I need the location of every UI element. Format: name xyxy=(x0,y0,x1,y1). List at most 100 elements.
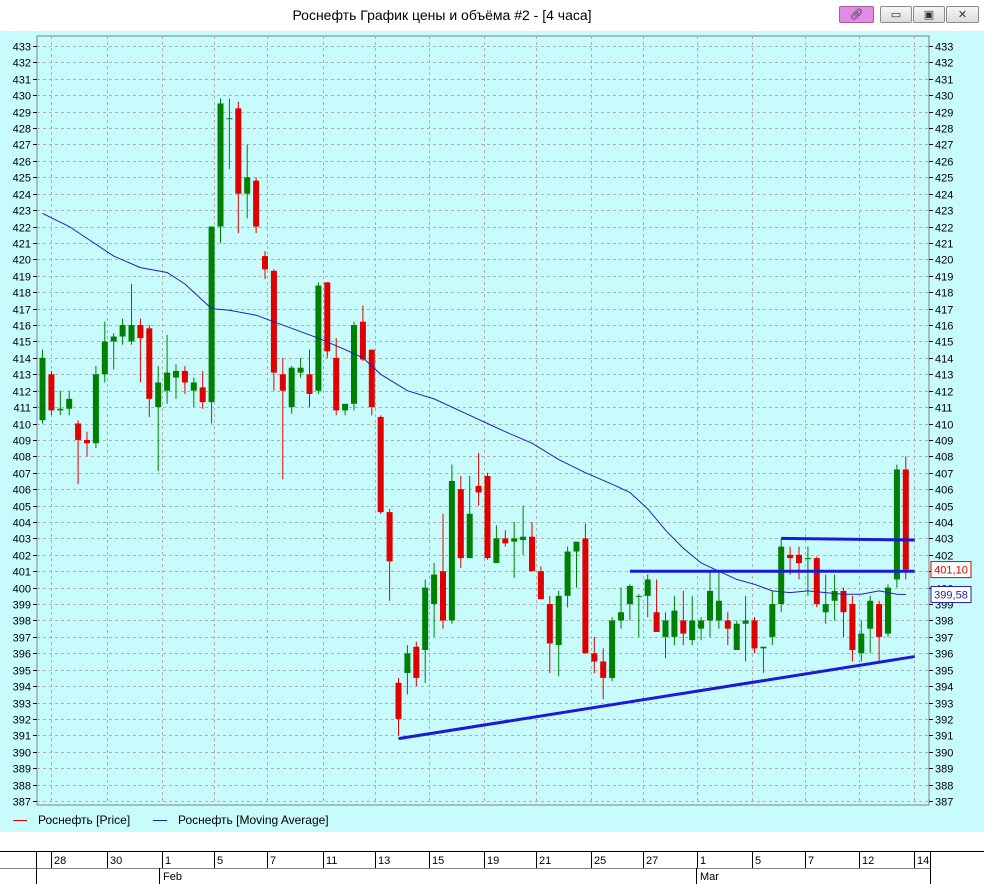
x-tick-label: 30 xyxy=(110,855,122,867)
candle-up xyxy=(128,325,135,342)
candle-down xyxy=(306,374,313,394)
candle-down xyxy=(333,357,340,411)
y-tick-label: 396 xyxy=(935,649,953,661)
candle-up xyxy=(769,604,776,637)
y-tick-label: 406 xyxy=(935,485,953,497)
candle-up xyxy=(173,370,179,378)
candle-up xyxy=(520,536,527,541)
candle-up xyxy=(609,620,616,678)
candle-down xyxy=(475,485,482,493)
candle-up xyxy=(618,612,624,621)
y-tick-label: 390 xyxy=(13,748,31,760)
y-tick-label: 430 xyxy=(935,91,953,103)
candle-up xyxy=(626,585,633,605)
candle-up xyxy=(351,325,357,404)
y-tick-label: 395 xyxy=(935,666,953,678)
candle-up xyxy=(297,367,304,373)
chart-background xyxy=(0,31,984,808)
x-tick-label: 15 xyxy=(432,855,444,867)
y-tick-label: 402 xyxy=(935,551,953,563)
y-tick-label: 415 xyxy=(935,337,953,349)
x-tick-label: 1 xyxy=(165,855,171,867)
y-tick-label: 421 xyxy=(935,239,953,251)
y-tick-label: 410 xyxy=(935,420,953,432)
y-tick-label: 432 xyxy=(935,58,953,70)
y-tick-label: 422 xyxy=(935,223,953,235)
y-tick-label: 428 xyxy=(13,124,31,136)
candle-down xyxy=(253,180,260,227)
candle-down xyxy=(796,554,802,564)
candle-up xyxy=(635,595,642,597)
y-tick-label: 420 xyxy=(13,255,31,267)
candle-down xyxy=(502,538,509,544)
y-tick-label: 425 xyxy=(935,173,953,185)
candle-up xyxy=(698,620,705,629)
candle-down xyxy=(235,108,242,194)
x-tick-label: 7 xyxy=(270,855,276,867)
candle-down xyxy=(787,554,794,559)
y-tick-label: 427 xyxy=(13,140,31,152)
y-tick-label: 425 xyxy=(13,173,31,185)
y-tick-label: 393 xyxy=(935,699,953,711)
y-tick-label: 423 xyxy=(935,206,953,218)
y-tick-label: 408 xyxy=(13,452,31,464)
y-tick-label: 414 xyxy=(935,354,953,366)
y-tick-label: 417 xyxy=(13,305,31,317)
x-tick-label: 5 xyxy=(217,855,223,867)
y-tick-label: 389 xyxy=(13,764,31,776)
x-axis: 28 30 1 5 7 11 13 15 19 21 25 27 1 5 7 12 14Feb Mar xyxy=(0,832,984,884)
y-tick-label: 399 xyxy=(13,600,31,612)
candle-down xyxy=(262,256,268,270)
current-price-label: 401,10 xyxy=(934,565,968,577)
trendline xyxy=(781,536,915,542)
y-tick-label: 424 xyxy=(935,190,953,202)
y-tick-label: 402 xyxy=(13,551,31,563)
y-tick-label: 432 xyxy=(13,58,31,70)
y-tick-label: 427 xyxy=(935,140,953,152)
candle-up xyxy=(804,558,811,560)
y-tick-label: 418 xyxy=(13,288,31,300)
y-tick-label: 431 xyxy=(935,75,953,87)
candle-down xyxy=(902,469,909,570)
candle-up xyxy=(39,357,46,421)
candle-down xyxy=(75,423,82,440)
y-tick-label: 387 xyxy=(13,797,31,809)
candle-up xyxy=(226,118,233,120)
y-tick-label: 424 xyxy=(13,190,31,202)
candle-up xyxy=(422,587,429,650)
candle-down xyxy=(600,661,607,678)
candle-up xyxy=(662,620,669,637)
y-tick-label: 411 xyxy=(935,403,953,415)
y-tick-label: 392 xyxy=(13,715,31,727)
y-tick-label: 408 xyxy=(935,452,953,464)
candle-up xyxy=(110,336,117,342)
candle-down xyxy=(653,612,660,632)
candle-down xyxy=(876,604,883,637)
y-tick-label: 391 xyxy=(935,731,953,743)
candle-up xyxy=(466,513,473,559)
x-tick-label: 12 xyxy=(862,855,874,867)
price-chart[interactable]: 387 388 389 390 391 392 393 394 395 396 397 398 399 4… xyxy=(0,0,984,884)
candle-down xyxy=(413,646,420,678)
y-tick-label: 414 xyxy=(13,354,31,366)
candle-up xyxy=(885,587,891,634)
y-tick-label: 397 xyxy=(13,633,31,645)
y-tick-label: 411 xyxy=(13,403,31,415)
candle-up xyxy=(217,103,224,227)
candle-up xyxy=(555,595,562,646)
x-tick-label: 1 xyxy=(700,855,706,867)
candle-up xyxy=(448,480,455,621)
candle-down xyxy=(84,439,90,444)
y-tick-label: 416 xyxy=(935,321,953,333)
x-tick-label: 28 xyxy=(54,855,66,867)
y-tick-label: 405 xyxy=(13,502,31,514)
candle-up xyxy=(190,382,197,391)
y-tick-label: 426 xyxy=(935,157,953,169)
candle-down xyxy=(386,512,393,562)
candle-up xyxy=(573,541,580,552)
candle-down xyxy=(395,682,402,719)
candle-down xyxy=(199,387,206,403)
y-tick-label: 423 xyxy=(13,206,31,218)
x-tick-label: 11 xyxy=(326,855,337,867)
candle-down xyxy=(279,374,286,391)
